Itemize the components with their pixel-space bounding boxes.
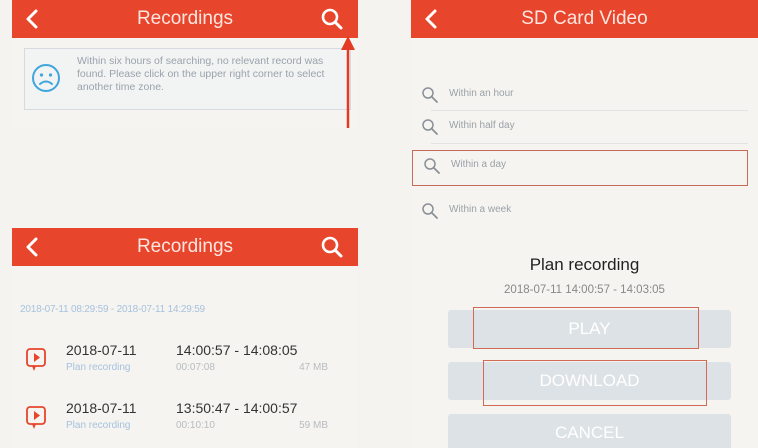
highlight-outline [473,307,699,349]
record-size: 47 MB [299,362,328,373]
option-within-an-hour[interactable]: Within an hour [411,80,751,110]
option-label: Within half day [449,120,515,131]
record-type: Plan recording [66,362,131,373]
record-size: 59 MB [299,420,328,431]
list-item[interactable]: 2018-07-11 13:50:47 - 14:00:57 Plan reco… [12,396,358,446]
list-item[interactable]: 2018-07-11 14:00:57 - 14:08:05 Plan reco… [12,338,358,388]
record-type: Plan recording [66,420,131,431]
plan-recording-time: 2018-07-11 14:00:57 - 14:03:05 [504,284,665,296]
record-date: 2018-07-11 [66,342,137,358]
search-icon[interactable] [320,235,344,259]
search-icon[interactable] [320,7,344,31]
record-time: 14:00:57 - 14:08:05 [176,342,298,358]
page-title: Recordings [136,236,234,257]
record-duration: 00:10:10 [176,420,215,431]
recordings-empty-panel: Recordings Within six hours of searching… [12,0,358,128]
option-within-half-day[interactable]: Within half day [411,112,751,142]
time-range-label: 2018-07-11 08:29:59 - 2018-07-11 14:29:5… [20,304,205,315]
record-date: 2018-07-11 [66,400,137,416]
page-title: Recordings [136,8,234,29]
option-label: Within a week [449,204,512,215]
divider [431,110,748,111]
search-icon [422,87,438,103]
record-time: 13:50:47 - 14:00:57 [176,400,298,416]
header-bar: Recordings [12,228,358,266]
option-within-a-week[interactable]: Within a week [411,196,751,226]
option-label: Within a day [451,159,507,170]
no-record-message: Within six hours of searching, no releva… [77,55,325,93]
highlight-outline [483,360,707,406]
annotation-arrow-icon [341,36,355,128]
search-icon [424,158,440,174]
search-icon [422,203,438,219]
plan-recording-title: Plan recording [529,255,640,274]
no-record-notice: Within six hours of searching, no releva… [24,48,351,110]
cancel-button[interactable]: CANCEL [448,414,731,448]
option-label: Within an hour [449,88,514,99]
divider [431,143,748,144]
video-file-icon [26,406,46,429]
sad-face-icon [32,64,60,92]
sd-card-video-panel: SD Card Video Within an hour Within half… [411,0,758,448]
search-icon [422,119,438,135]
record-duration: 00:07:08 [176,362,215,373]
video-file-icon [26,348,46,371]
header-bar: Recordings [12,0,358,38]
recordings-list-panel: Recordings 2018-07-11 08:29:59 - 2018-07… [12,228,358,448]
option-within-a-day[interactable]: Within a day [412,150,748,186]
header-bar: SD Card Video [411,0,758,38]
page-title: SD Card Video [521,8,648,29]
